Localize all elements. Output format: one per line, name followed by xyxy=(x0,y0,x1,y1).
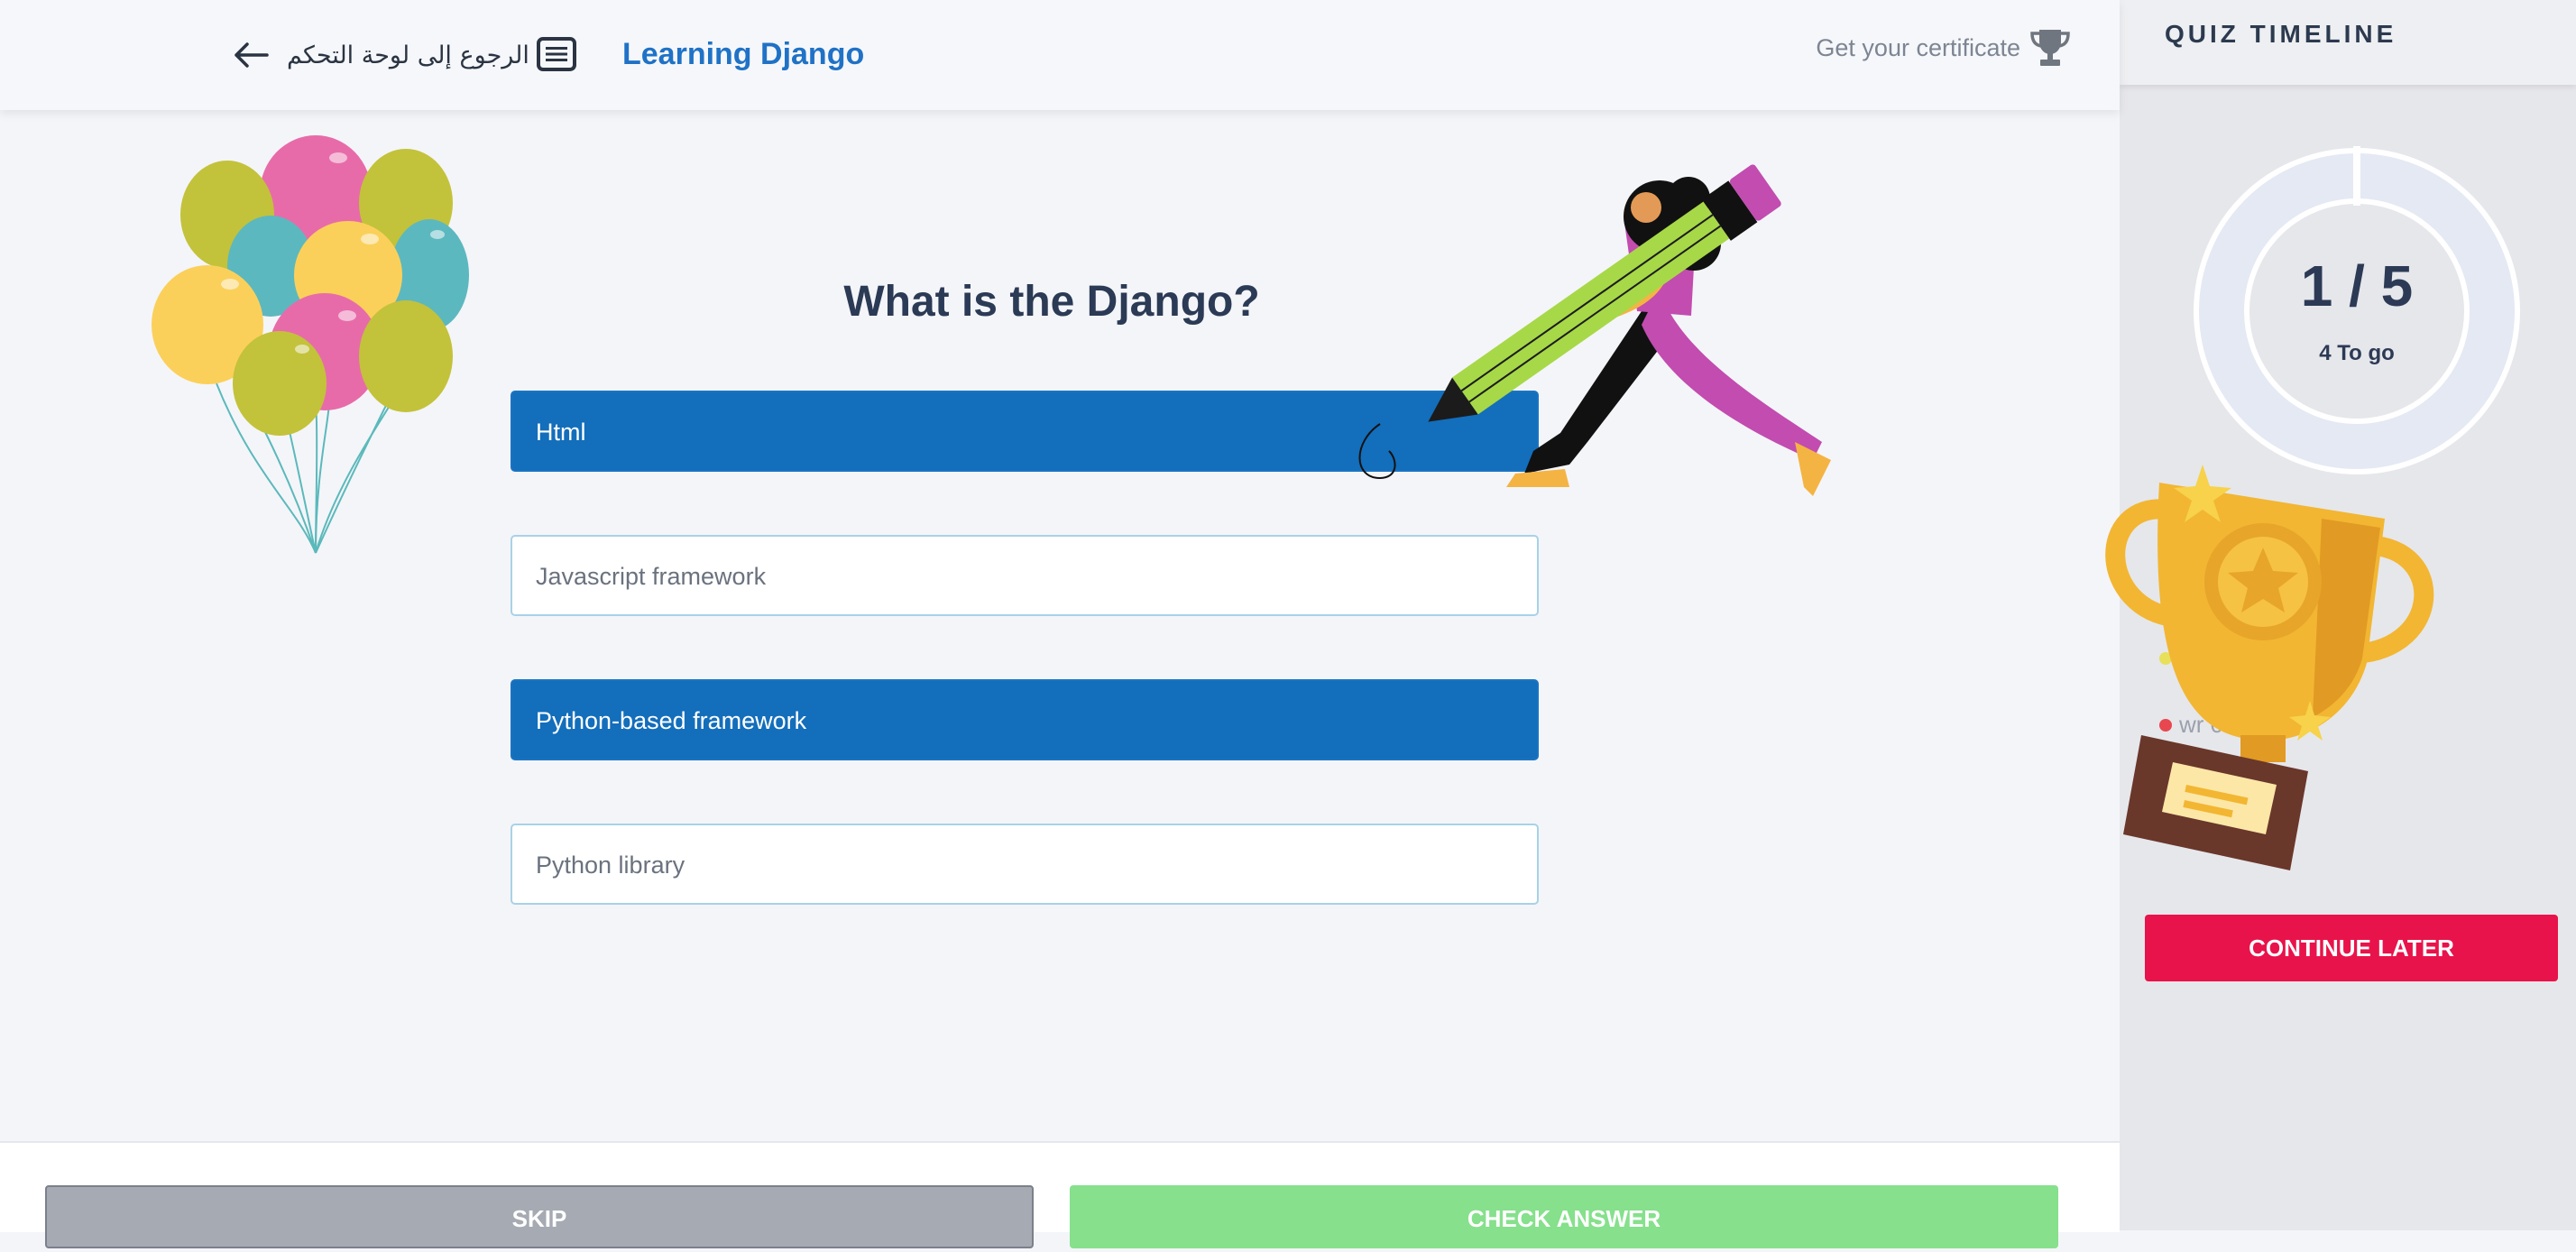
quiz-timeline-sidebar: QUIZ TIMELINE 1 / 5 4 To go s wr 0 CONTI… xyxy=(2105,0,2576,1230)
back-link-label: الرجوع إلى لوحة التحكم xyxy=(287,41,529,69)
skip-button[interactable]: SKIP xyxy=(45,1185,1034,1248)
sidebar-header: QUIZ TIMELINE xyxy=(2120,0,2576,85)
progress-count: 1 / 5 xyxy=(2300,253,2414,318)
check-answer-button[interactable]: CHECK ANSWER xyxy=(1070,1185,2058,1248)
arrow-left-icon xyxy=(235,42,269,68)
course-menu-icon[interactable] xyxy=(536,36,577,72)
footer-bar: SKIP CHECK ANSWER xyxy=(0,1141,2120,1248)
balloons-illustration xyxy=(152,135,469,554)
back-to-dashboard-link[interactable]: الرجوع إلى لوحة التحكم xyxy=(233,31,529,79)
get-certificate-link[interactable]: Get your certificate xyxy=(1816,27,2073,69)
progress-remaining: 4 To go xyxy=(2319,341,2395,365)
continue-later-button[interactable]: CONTINUE LATER xyxy=(2145,915,2558,981)
course-title[interactable]: Learning Django xyxy=(622,32,864,76)
sidebar-title: QUIZ TIMELINE xyxy=(2165,20,2397,48)
answer-option-4[interactable]: Python library xyxy=(511,824,1539,905)
certificate-label: Get your certificate xyxy=(1816,33,2020,61)
answer-option-3[interactable]: Python-based framework xyxy=(511,679,1539,760)
trophy-icon xyxy=(2030,30,2070,66)
top-header: الرجوع إلى لوحة التحكم Learning Django G… xyxy=(0,0,2120,110)
woman-with-pencil-illustration xyxy=(1358,164,1831,496)
trophy-illustration xyxy=(2105,465,2434,870)
